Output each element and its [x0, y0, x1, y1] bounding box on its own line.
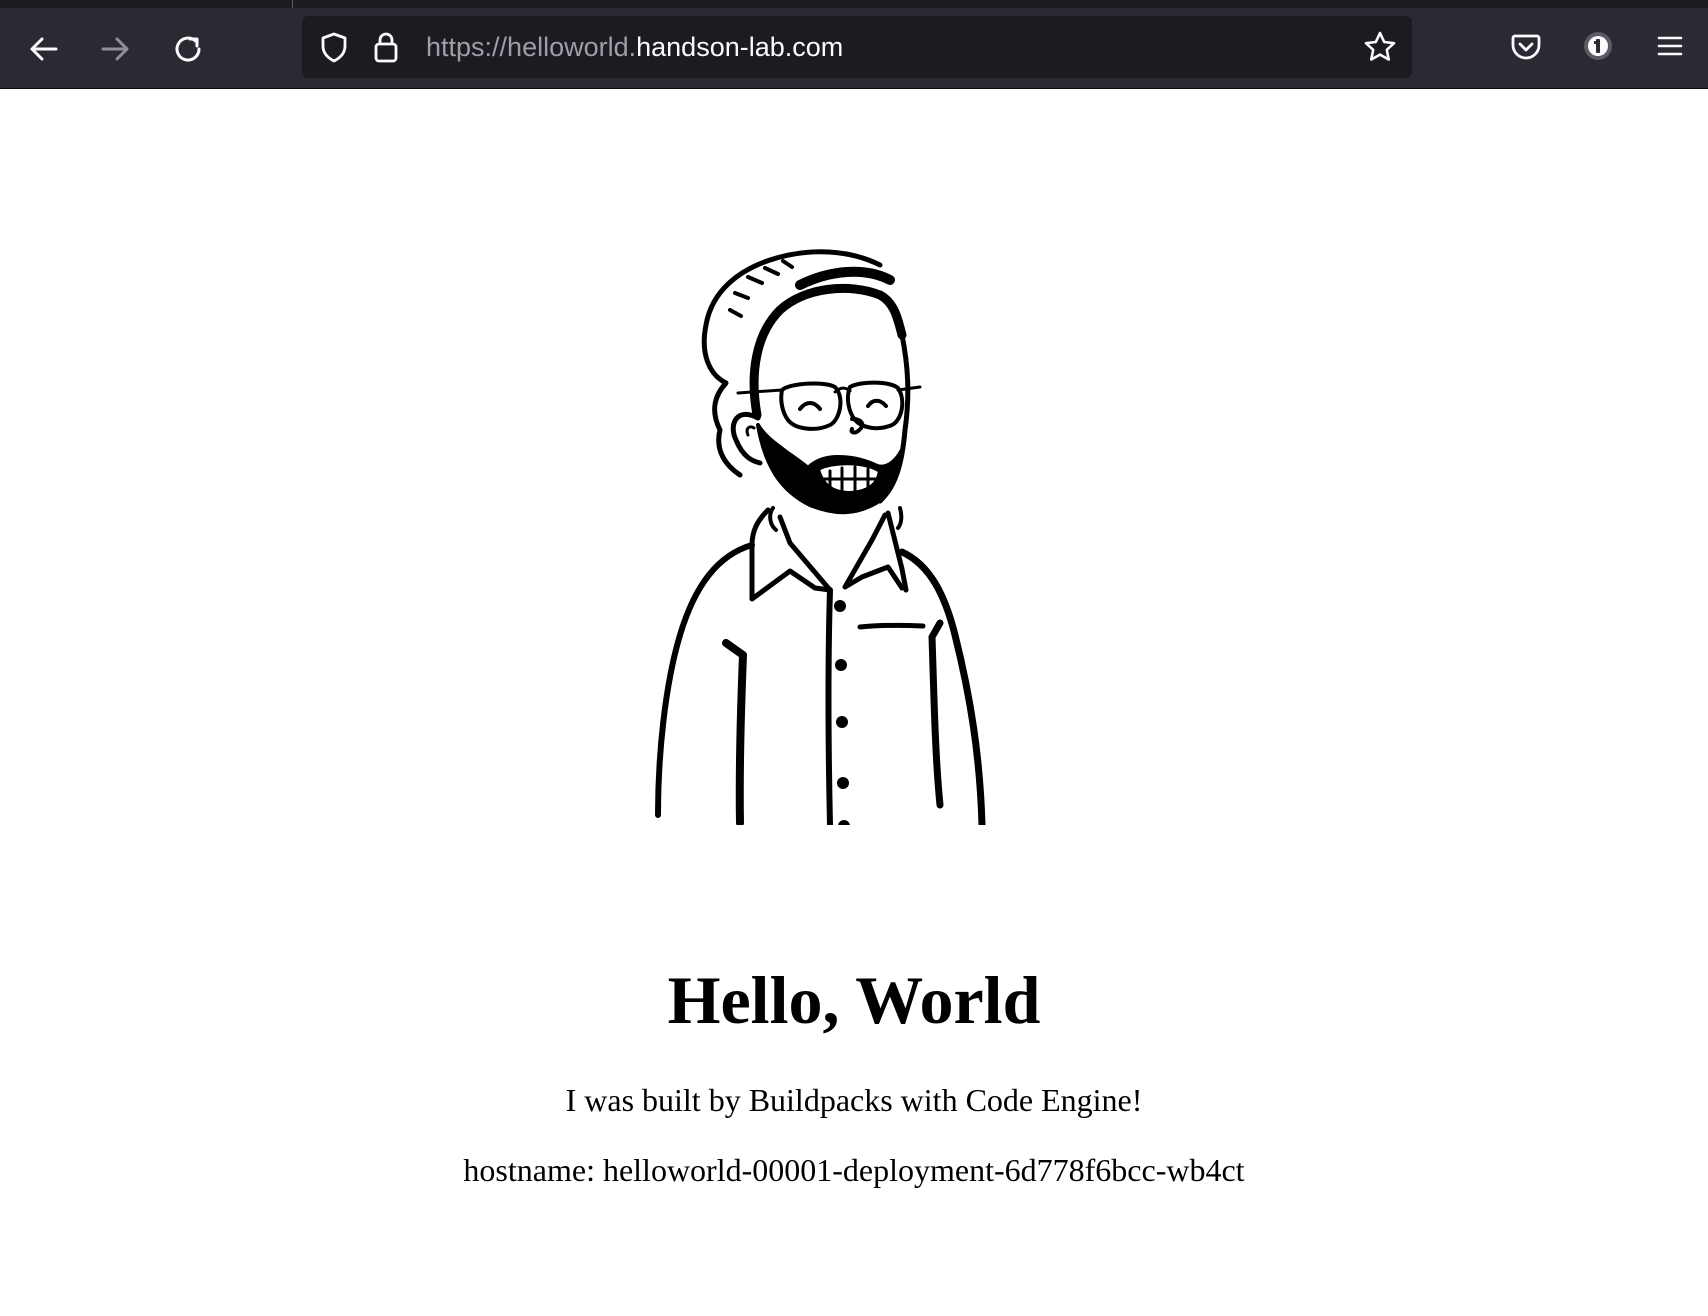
- back-button[interactable]: [21, 26, 67, 72]
- forward-button[interactable]: [92, 26, 138, 72]
- pocket-button[interactable]: [1504, 26, 1548, 70]
- star-icon[interactable]: [1363, 30, 1397, 64]
- shield-icon[interactable]: [317, 30, 351, 64]
- browser-toolbar: https://helloworld.handson-lab.com: [0, 0, 1708, 89]
- reload-button[interactable]: [165, 26, 211, 72]
- lock-icon[interactable]: [369, 30, 403, 64]
- person-with-beanie-glasses-beard-illustration: [640, 225, 1070, 832]
- tab-separator: [292, 0, 293, 8]
- address-bar[interactable]: https://helloworld.handson-lab.com: [302, 16, 1412, 78]
- forward-arrow-icon: [99, 33, 131, 65]
- url-text[interactable]: https://helloworld.handson-lab.com: [426, 30, 843, 64]
- password-manager-icon: [1582, 30, 1614, 67]
- hostname-text: hostname: helloworld-00001-deployment-6d…: [463, 1152, 1245, 1188]
- page-content: Hello, World I was built by Buildpacks w…: [0, 90, 1708, 1316]
- url-subdomain: helloworld.: [507, 32, 637, 62]
- pocket-icon: [1510, 30, 1542, 67]
- page-subtitle: I was built by Buildpacks with Code Engi…: [565, 1082, 1143, 1118]
- page-title: Hello, World: [667, 962, 1041, 1038]
- extension-button[interactable]: [1576, 26, 1620, 70]
- url-host: handson-lab.com: [636, 32, 844, 62]
- menu-button[interactable]: [1648, 26, 1692, 70]
- url-scheme: https://: [426, 32, 508, 62]
- tab-strip: [0, 0, 1708, 8]
- back-arrow-icon: [28, 33, 60, 65]
- hamburger-menu-icon: [1656, 32, 1684, 65]
- reload-icon: [172, 33, 204, 65]
